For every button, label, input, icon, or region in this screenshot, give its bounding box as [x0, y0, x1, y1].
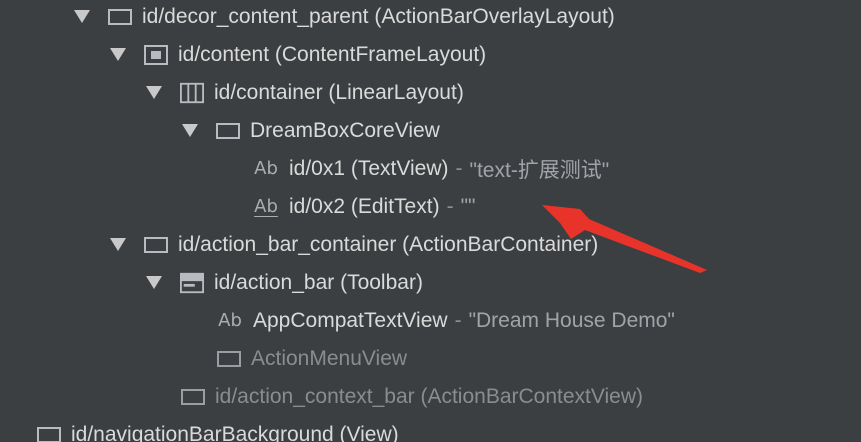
tree-row-label: id/container (LinearLayout)	[214, 81, 464, 104]
frame-layout-icon	[144, 45, 168, 65]
separator: -	[455, 157, 463, 180]
tree-row-value: "Dream House Demo"	[468, 309, 675, 332]
tree-row-actionmenuview[interactable]: ActionMenuView	[217, 340, 407, 378]
triangle-down-icon[interactable]	[74, 9, 90, 25]
tree-row-dreamboxcoreview[interactable]: DreamBoxCoreView	[182, 112, 440, 150]
component-tree: id/decor_content_parent (ActionBarOverla…	[0, 0, 861, 442]
tree-row-label: AppCompatTextView	[253, 309, 448, 332]
text-view-icon: Ab	[218, 310, 242, 331]
view-icon	[144, 235, 168, 255]
tree-row-action-bar[interactable]: id/action_bar (Toolbar)	[146, 264, 423, 302]
tree-row-value: ""	[460, 195, 476, 218]
tree-row-textview[interactable]: Ab id/0x1 (TextView) - "text-扩展测试"	[253, 150, 609, 188]
tree-row-label: id/action_bar_container (ActionBarContai…	[178, 233, 599, 256]
triangle-down-icon[interactable]	[146, 275, 162, 291]
triangle-down-icon[interactable]	[182, 123, 198, 139]
tree-row-decor-content-parent[interactable]: id/decor_content_parent (ActionBarOverla…	[74, 0, 615, 36]
tree-row-label: DreamBoxCoreView	[250, 119, 440, 142]
tree-row-action-context-bar[interactable]: id/action_context_bar (ActionBarContextV…	[181, 378, 643, 416]
tree-row-label: id/decor_content_parent (ActionBarOverla…	[142, 5, 615, 28]
tree-row-label: id/0x1 (TextView)	[289, 157, 449, 180]
tree-row-content[interactable]: id/content (ContentFrameLayout)	[110, 36, 486, 74]
view-icon	[37, 425, 61, 442]
separator: -	[446, 195, 454, 218]
tree-row-value: "text-扩展测试"	[469, 159, 610, 182]
tree-row-edittext[interactable]: Ab id/0x2 (EditText) - ""	[253, 188, 475, 226]
view-icon	[216, 121, 240, 141]
tree-row-label: id/action_bar (Toolbar)	[214, 271, 423, 294]
tree-row-label: ActionMenuView	[251, 347, 408, 370]
separator: -	[454, 309, 462, 332]
tree-row-label: id/0x2 (EditText)	[289, 195, 440, 218]
view-icon	[181, 387, 205, 407]
triangle-down-icon[interactable]	[110, 47, 126, 63]
tree-row-action-bar-container[interactable]: id/action_bar_container (ActionBarContai…	[110, 226, 598, 264]
tree-row-label: id/navigationBarBackground (View)	[71, 423, 399, 442]
linear-layout-icon	[180, 82, 204, 104]
toolbar-icon	[180, 272, 204, 294]
edit-text-icon: Ab	[254, 196, 278, 217]
view-icon	[108, 7, 132, 27]
tree-row-navigation-bar-background[interactable]: id/navigationBarBackground (View)	[37, 416, 399, 442]
triangle-down-icon[interactable]	[110, 237, 126, 253]
text-view-icon: Ab	[254, 158, 278, 179]
tree-row-container[interactable]: id/container (LinearLayout)	[146, 74, 464, 112]
tree-row-label: id/content (ContentFrameLayout)	[178, 43, 487, 66]
tree-row-label: id/action_context_bar (ActionBarContextV…	[215, 385, 644, 408]
triangle-down-icon[interactable]	[146, 85, 162, 101]
view-icon	[217, 349, 241, 369]
tree-row-appcompattextview[interactable]: Ab AppCompatTextView - "Dream House Demo…	[217, 302, 675, 340]
